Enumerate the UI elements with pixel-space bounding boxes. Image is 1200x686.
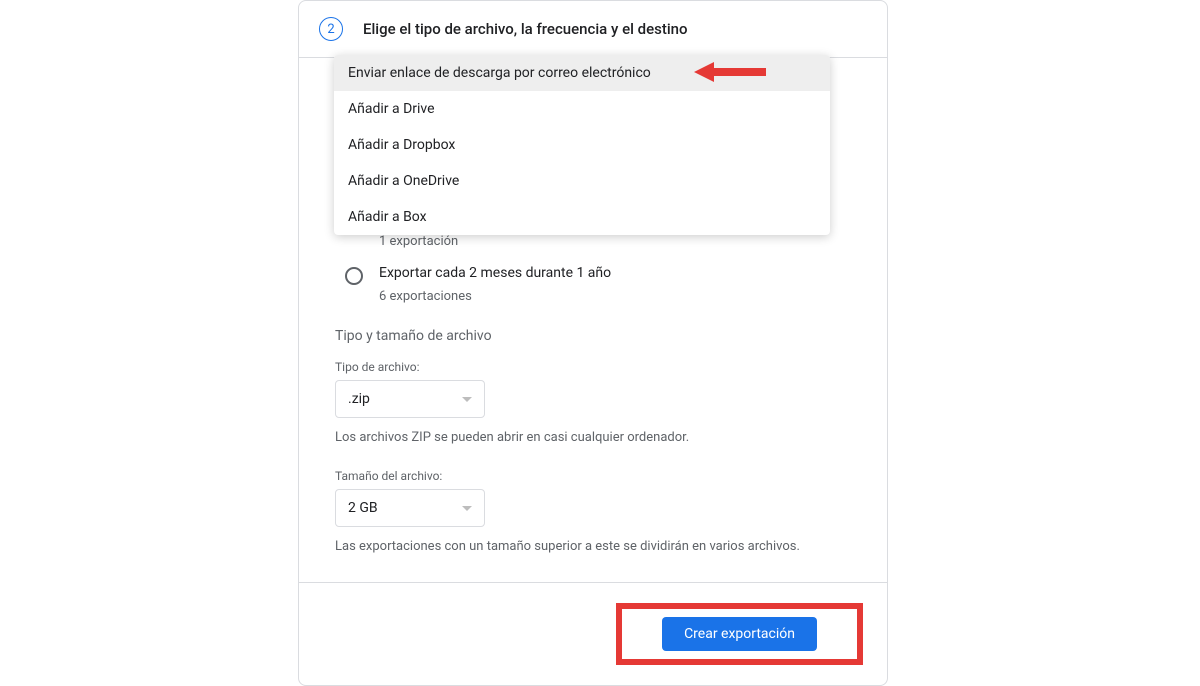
file-size-help: Las exportaciones con un tamaño superior… [335, 539, 851, 554]
step-header: 2 Elige el tipo de archivo, la frecuenci… [299, 1, 887, 58]
file-size-label: Tamaño del archivo: [335, 469, 851, 483]
option1-sublabel: 1 exportación [335, 234, 851, 249]
radio-icon [345, 267, 363, 285]
option2-sublabel: 6 exportaciones [379, 289, 611, 304]
radio-option-bimonthly[interactable]: Exportar cada 2 meses durante 1 año 6 ex… [335, 265, 851, 304]
chevron-down-icon [462, 397, 472, 402]
option2-label: Exportar cada 2 meses durante 1 año [379, 265, 611, 281]
dropdown-item-onedrive[interactable]: Añadir a OneDrive [334, 163, 830, 199]
export-settings-card: 2 Elige el tipo de archivo, la frecuenci… [298, 0, 888, 686]
file-type-select[interactable]: .zip [335, 380, 485, 418]
step-title: Elige el tipo de archivo, la frecuencia … [363, 20, 688, 38]
file-type-help: Los archivos ZIP se pueden abrir en casi… [335, 430, 851, 445]
dropdown-item-box[interactable]: Añadir a Box [334, 199, 830, 235]
dropdown-item-dropbox[interactable]: Añadir a Dropbox [334, 127, 830, 163]
dropdown-item-drive[interactable]: Añadir a Drive [334, 91, 830, 127]
file-size-select[interactable]: 2 GB [335, 489, 485, 527]
create-export-button[interactable]: Crear exportación [662, 617, 817, 651]
step-number-badge: 2 [319, 17, 343, 41]
file-type-label: Tipo de archivo: [335, 360, 851, 374]
highlight-annotation: Crear exportación [616, 603, 863, 665]
file-type-value: .zip [348, 391, 370, 407]
arrow-annotation-icon [694, 62, 766, 86]
file-section-title: Tipo y tamaño de archivo [335, 328, 851, 344]
card-footer: Crear exportación [299, 582, 887, 685]
chevron-down-icon [462, 506, 472, 511]
frequency-radio-group: 1 exportación Exportar cada 2 meses dura… [335, 234, 851, 304]
file-size-value: 2 GB [348, 500, 378, 516]
